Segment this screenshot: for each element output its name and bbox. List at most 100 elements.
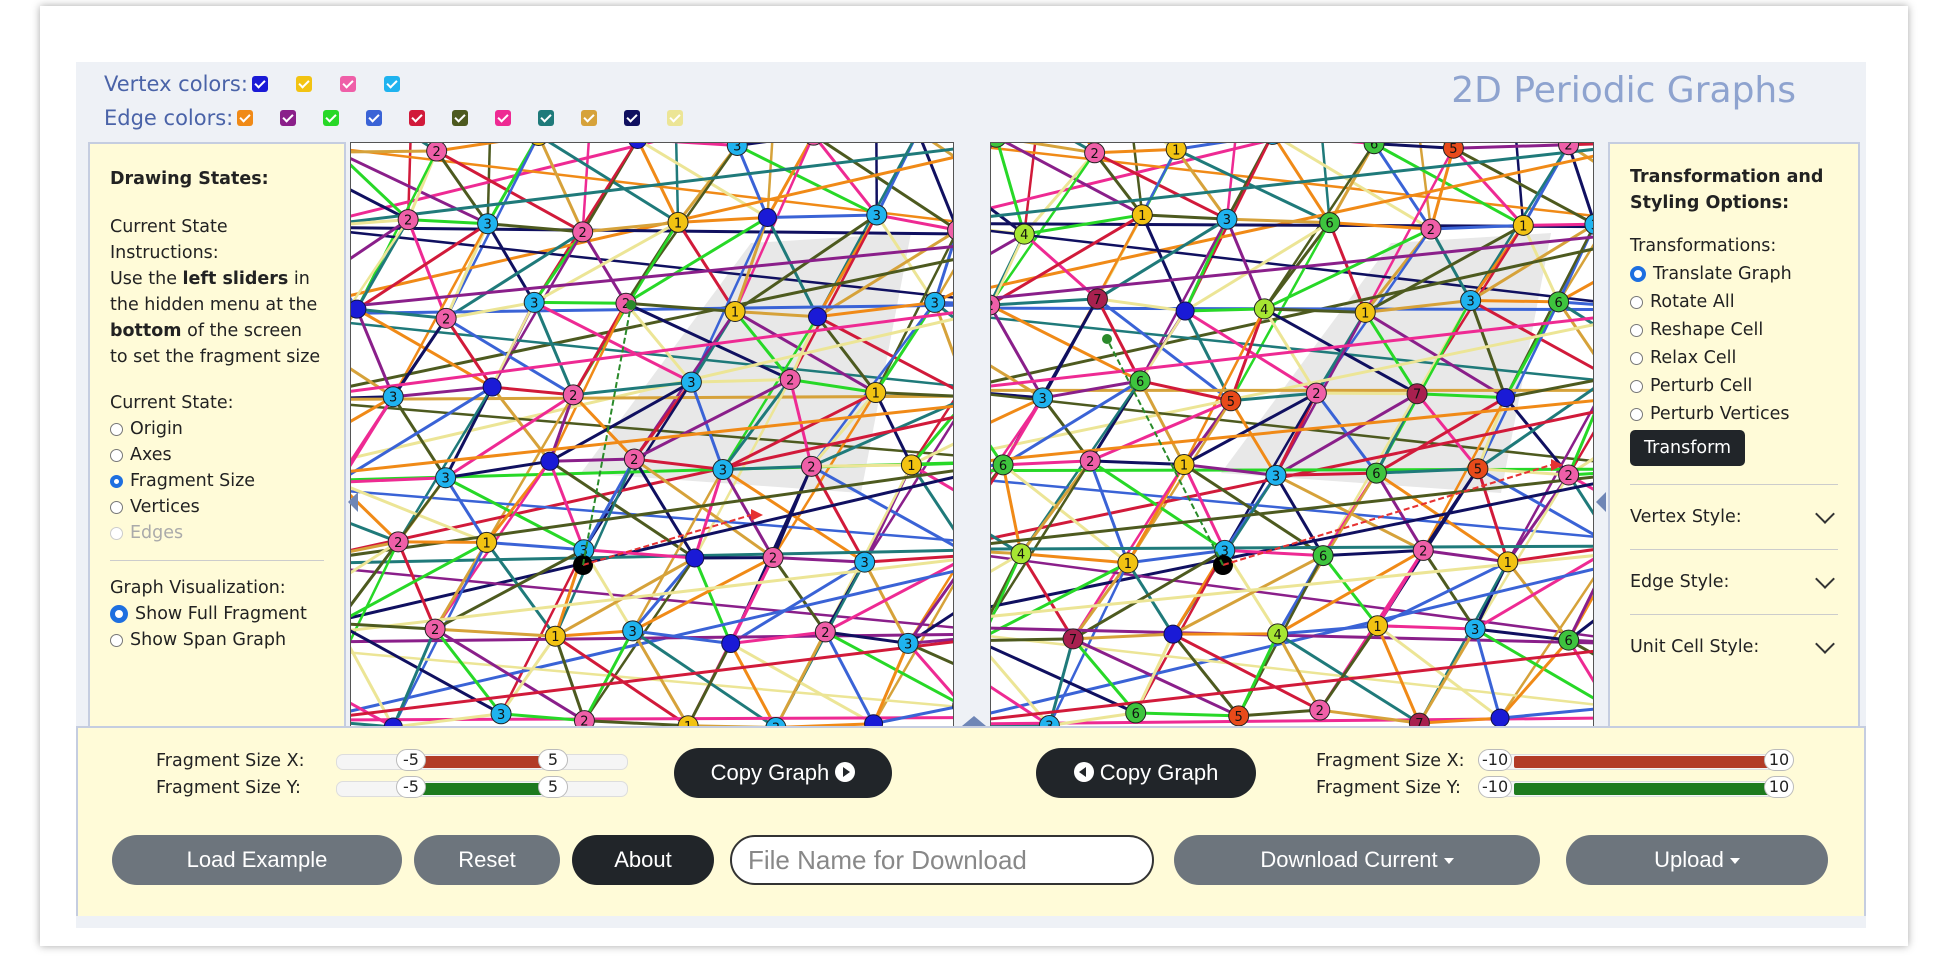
edge-color-checkbox[interactable] (495, 110, 512, 126)
vertex-label: 2 (807, 460, 815, 475)
transformation-heading: Transformation and Styling Options: (1630, 167, 1824, 213)
graph-edge (863, 561, 910, 645)
style-dropdown[interactable]: Vertex Style: (1630, 484, 1838, 549)
radio-option[interactable]: Reshape Cell (1630, 316, 1838, 344)
left-slider-y-range (422, 783, 556, 795)
graph-edge (686, 642, 733, 727)
instructions-text: Use the left sliders in the hidden menu … (110, 266, 324, 370)
vertex-color-checkbox[interactable] (383, 76, 400, 92)
edge-color-checkbox[interactable] (237, 110, 254, 126)
radio-button[interactable] (1630, 407, 1643, 421)
edge-color-checkbox[interactable] (366, 110, 383, 126)
load-example-button[interactable]: Load Example (112, 835, 402, 885)
style-dropdown-label: Unit Cell Style: (1630, 637, 1760, 657)
graph-visualization-label: Graph Visualization: (110, 578, 286, 598)
right-collapse-arrow[interactable] (1596, 492, 1606, 512)
radio-option[interactable]: Fragment Size (110, 468, 324, 494)
right-slider-x-min-handle[interactable]: -10 (1478, 749, 1513, 771)
radio-option[interactable]: Relax Cell (1630, 344, 1838, 372)
edge-color-checkbox[interactable] (581, 110, 598, 126)
left-slider-x-max-handle[interactable]: 5 (538, 749, 568, 771)
radio-option[interactable]: Perturb Vertices (1630, 400, 1838, 428)
transform-button[interactable]: Transform (1630, 430, 1746, 466)
right-graph-canvas[interactable]: 1365274136213652741362136527413621365274… (990, 142, 1594, 730)
vertex-label: 2 (579, 226, 587, 241)
vertex-color-checkbox[interactable] (295, 76, 312, 92)
copy-graph-right-button[interactable]: Copy Graph (674, 748, 892, 798)
radio-button[interactable] (1630, 351, 1643, 365)
style-dropdown-label: Edge Style: (1630, 572, 1730, 592)
radio-option[interactable]: Show Full Fragment (110, 601, 324, 627)
vertex-label: 3 (441, 472, 449, 487)
radio-option[interactable]: Translate Graph (1630, 260, 1838, 288)
radio-button[interactable] (1630, 323, 1643, 337)
edge-color-checkbox[interactable] (452, 110, 469, 126)
graph-edge (532, 301, 575, 396)
radio-button[interactable] (1630, 379, 1643, 393)
radio-label: Show Span Graph (130, 630, 287, 650)
radio-label: Translate Graph (1653, 264, 1792, 284)
graph-edge (351, 149, 437, 154)
radio-option[interactable]: Perturb Cell (1630, 372, 1838, 400)
vertex-label: 5 (1227, 395, 1235, 410)
radio-option[interactable]: Origin (110, 416, 324, 442)
left-graph-drawing[interactable]: 3213213232132132321321323213213232132132… (351, 143, 954, 730)
vertex-label: 2 (769, 552, 777, 567)
copy-graph-left-button[interactable]: Copy Graph (1036, 748, 1256, 798)
radio-button[interactable] (110, 448, 123, 462)
left-collapse-arrow[interactable] (348, 492, 358, 512)
upload-button[interactable]: Upload (1566, 835, 1828, 885)
graph-edge (555, 629, 633, 638)
radio-label: Reshape Cell (1650, 320, 1764, 340)
bottom-collapse-arrow[interactable] (962, 716, 986, 726)
edge-color-checkbox[interactable] (323, 110, 340, 126)
edge-color-checkbox[interactable] (624, 110, 641, 126)
radio-option[interactable]: Axes (110, 442, 324, 468)
graph-edge (1318, 624, 1379, 711)
radio-button[interactable] (110, 422, 123, 436)
right-slider-y-max-handle[interactable]: 10 (1764, 776, 1794, 798)
vertex-label: 2 (431, 623, 439, 638)
left-slider-y-min-handle[interactable]: -5 (396, 776, 426, 798)
left-graph-canvas[interactable]: 3213213232132132321321323213213232132132… (350, 142, 954, 730)
y-axis-arrow (626, 300, 636, 310)
radio-button[interactable] (1630, 266, 1646, 282)
radio-button[interactable] (110, 474, 123, 488)
download-current-button[interactable]: Download Current (1174, 835, 1540, 885)
vertex-label: 2 (786, 374, 794, 389)
graph-edge (445, 317, 575, 397)
graph-vertex (757, 207, 777, 227)
radio-button[interactable] (1630, 295, 1643, 309)
vertex-label: 2 (394, 536, 402, 551)
file-name-input[interactable]: File Name for Download (730, 835, 1154, 885)
vertex-label: 2 (1564, 469, 1572, 484)
right-slider-y-min-handle[interactable]: -10 (1478, 776, 1513, 798)
vertex-label: 2 (1419, 544, 1427, 559)
graph-vertex (1496, 388, 1516, 408)
right-graph-drawing[interactable]: 1365274136213652741362136527413621365274… (991, 143, 1594, 730)
style-dropdown[interactable]: Edge Style: (1630, 549, 1838, 614)
radio-button[interactable] (110, 605, 128, 623)
style-dropdown[interactable]: Unit Cell Style: (1630, 614, 1838, 679)
edge-color-checkbox[interactable] (538, 110, 555, 126)
radio-option[interactable]: Rotate All (1630, 288, 1838, 316)
right-slider-x-max-handle[interactable]: 10 (1764, 749, 1794, 771)
left-slider-x-min-handle[interactable]: -5 (396, 749, 426, 771)
radio-option[interactable]: Vertices (110, 494, 324, 520)
vertex-color-checkbox[interactable] (251, 76, 268, 92)
edge-color-checkbox[interactable] (280, 110, 297, 126)
edge-color-checkbox[interactable] (409, 110, 426, 126)
vertex-label: 1 (731, 305, 739, 320)
vertex-label: 1 (1180, 459, 1188, 474)
about-button[interactable]: About (572, 835, 714, 885)
left-slider-y-max-handle[interactable]: 5 (538, 776, 568, 798)
vertex-color-checkbox[interactable] (339, 76, 356, 92)
edge-color-checkbox[interactable] (667, 110, 684, 126)
upload-label: Upload (1654, 847, 1724, 872)
vertex-label: 1 (551, 630, 559, 645)
radio-option[interactable]: Show Span Graph (110, 627, 324, 653)
radio-button[interactable] (110, 633, 123, 647)
radio-label: Vertices (130, 497, 200, 517)
reset-button[interactable]: Reset (414, 835, 560, 885)
radio-button[interactable] (110, 500, 123, 514)
